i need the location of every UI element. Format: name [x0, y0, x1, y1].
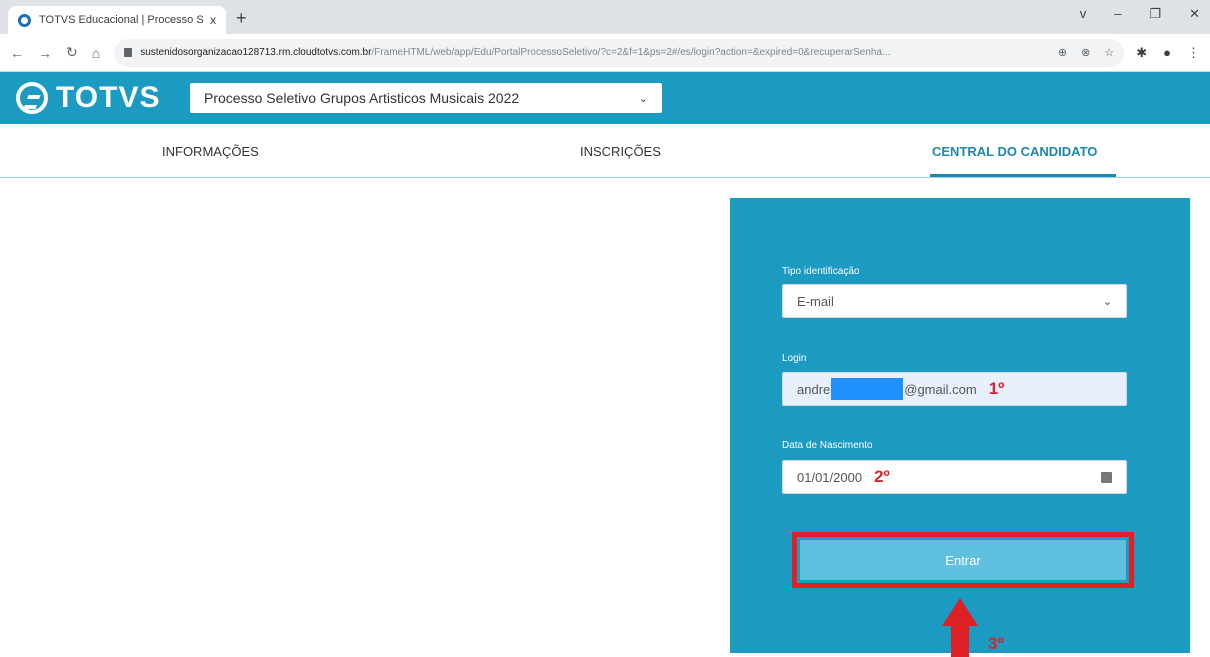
new-tab-button[interactable]: + — [236, 8, 247, 29]
chevron-down-icon: ⌄ — [1102, 295, 1112, 308]
window-controls: v – ❐ ✕ — [1080, 6, 1200, 22]
profile-avatar-icon[interactable]: ● — [1163, 45, 1171, 61]
chevron-down-icon: ⌄ — [638, 92, 648, 105]
id-type-value: E-mail — [797, 293, 834, 309]
step-1-annotation: 1º — [988, 379, 1005, 398]
login-value-end: @gmail.com — [904, 381, 977, 397]
omnibox-icons: ⊕ ⊗ ☆ — [1058, 46, 1114, 59]
url-field[interactable]: sustenidosorganizacao128713.rm.cloudtotv… — [114, 38, 1125, 67]
process-select-value: Processo Seletivo Grupos Artisticos Musi… — [204, 90, 520, 106]
tab-central-do-candidato[interactable]: CENTRAL DO CANDIDATO — [932, 144, 1097, 159]
process-select[interactable]: Processo Seletivo Grupos Artisticos Musi… — [190, 83, 662, 113]
home-icon[interactable]: ⌂ — [92, 45, 100, 61]
address-bar: ← → ↻ ⌂ sustenidosorganizacao128713.rm.c… — [0, 34, 1210, 72]
birth-date-input[interactable]: 01/01/2000 2º — [782, 460, 1127, 494]
tab-title: TOTVS Educacional | Processo S... — [39, 14, 204, 26]
share-icon[interactable]: ⊗ — [1081, 46, 1090, 59]
tab-inscricoes[interactable]: INSCRIÇÕES — [580, 144, 661, 159]
close-window-icon[interactable]: ✕ — [1189, 6, 1200, 22]
bookmark-star-icon[interactable]: ☆ — [1104, 46, 1114, 59]
arrow-up-icon — [942, 598, 978, 657]
id-type-label: Tipo identificação — [782, 266, 860, 277]
active-tab-indicator — [930, 174, 1116, 177]
back-icon[interactable]: ← — [10, 45, 24, 61]
lock-icon — [124, 48, 133, 57]
calendar-icon[interactable] — [1101, 471, 1112, 483]
login-input[interactable]: andre @gmail.com 1º — [782, 372, 1127, 406]
logo-text: TOTVS — [56, 81, 161, 114]
step-3-annotation: 3º — [988, 634, 1004, 653]
app-header: TOTVS Processo Seletivo Grupos Artistico… — [0, 72, 1210, 124]
totvs-favicon-icon — [18, 13, 31, 27]
main-nav: INFORMAÇÕES INSCRIÇÕES CENTRAL DO CANDID… — [0, 124, 1210, 178]
totvs-logo[interactable]: TOTVS — [16, 81, 160, 115]
zoom-icon[interactable]: ⊕ — [1058, 46, 1067, 59]
login-value: andre @gmail.com 1º — [797, 378, 1112, 400]
minimize-icon[interactable]: – — [1114, 6, 1121, 22]
redaction-box — [831, 378, 904, 400]
maximize-icon[interactable]: ❐ — [1149, 6, 1161, 22]
extensions-puzzle-icon[interactable]: ✱ — [1136, 45, 1147, 61]
close-tab-icon[interactable]: x — [210, 13, 216, 27]
extension-icons: ✱ ● ⋮ — [1136, 45, 1200, 61]
login-label: Login — [782, 353, 807, 364]
login-value-start: andre — [797, 381, 831, 397]
browser-tab-strip: TOTVS Educacional | Processo S... x + v … — [0, 0, 1210, 34]
forward-icon[interactable]: → — [38, 45, 52, 61]
submit-highlight-box: Entrar — [792, 532, 1134, 588]
entrar-button[interactable]: Entrar — [800, 540, 1126, 580]
id-type-select[interactable]: E-mail ⌄ — [782, 284, 1127, 318]
birth-date-label: Data de Nascimento — [782, 440, 873, 451]
url-text: sustenidosorganizacao128713.rm.cloudtotv… — [140, 47, 891, 58]
tab-informacoes[interactable]: INFORMAÇÕES — [162, 144, 259, 159]
browser-menu-icon[interactable]: ⋮ — [1187, 45, 1200, 61]
browser-tab[interactable]: TOTVS Educacional | Processo S... x — [8, 6, 226, 34]
login-panel: Tipo identificação E-mail ⌄ Login andre … — [730, 198, 1190, 653]
tab-search-icon[interactable]: v — [1080, 6, 1087, 22]
reload-icon[interactable]: ↻ — [66, 44, 78, 61]
birth-date-value: 01/01/2000 2º — [797, 467, 890, 486]
step-2-annotation: 2º — [874, 467, 890, 486]
totvs-logo-icon — [16, 82, 48, 114]
